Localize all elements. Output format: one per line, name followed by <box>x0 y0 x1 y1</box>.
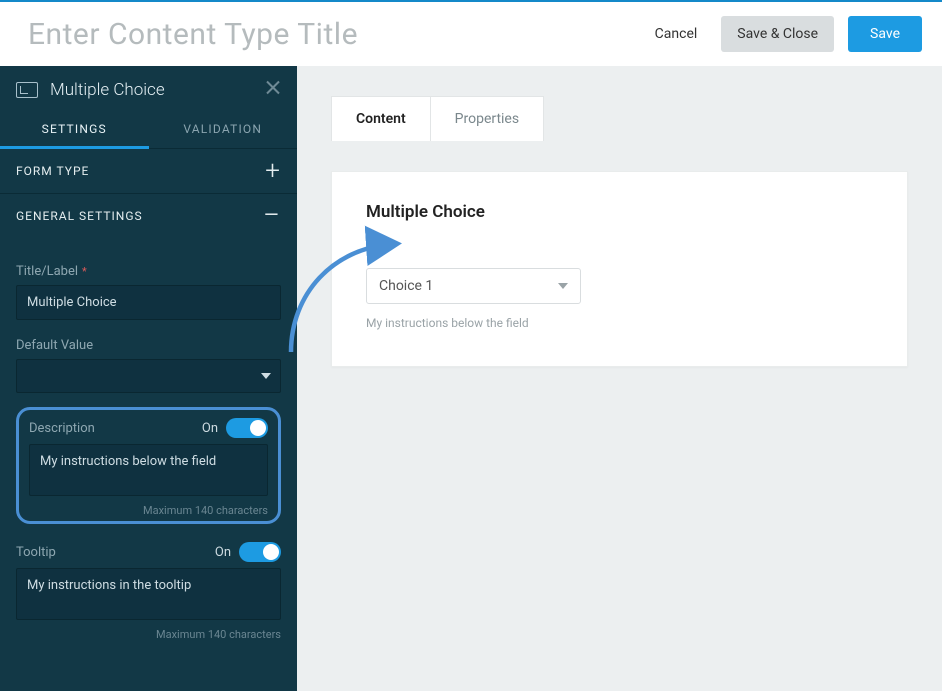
section-form-type[interactable]: FORM TYPE + <box>0 149 297 193</box>
sidebar-header: Multiple Choice <box>0 66 297 110</box>
info-icon[interactable]: i <box>366 236 382 252</box>
field-instructions: My instructions below the field <box>366 316 873 330</box>
tooltip-label: Tooltip <box>16 545 56 560</box>
settings-sidebar: Multiple Choice SETTINGS VALIDATION FORM… <box>0 66 297 691</box>
close-icon[interactable] <box>263 78 283 98</box>
tooltip-toggle-wrap: On <box>215 542 281 562</box>
tooltip-textarea[interactable] <box>16 568 281 620</box>
description-textarea[interactable] <box>29 444 268 496</box>
field-type-icon <box>16 82 38 98</box>
content-tabs: Content Properties <box>331 96 544 141</box>
choice-select[interactable]: Choice 1 <box>366 268 581 304</box>
section-general-settings-label: GENERAL SETTINGS <box>16 209 143 223</box>
description-highlight-box: Description On Maximum 140 characters <box>16 407 281 524</box>
description-toggle-wrap: On <box>202 418 268 438</box>
topbar-actions: Cancel Save & Close Save <box>645 16 922 52</box>
card-title: Multiple Choice <box>366 202 873 222</box>
section-general-settings[interactable]: GENERAL SETTINGS − <box>0 194 297 238</box>
description-toggle-label: On <box>202 421 218 436</box>
tab-settings[interactable]: SETTINGS <box>0 110 149 148</box>
general-settings-body: Title/Label * Default Value Description … <box>0 238 297 651</box>
sidebar-tabs: SETTINGS VALIDATION <box>0 110 297 149</box>
description-max-chars: Maximum 140 characters <box>29 504 268 517</box>
tooltip-toggle[interactable] <box>239 542 281 562</box>
plus-icon: + <box>265 164 281 178</box>
title-label-row: Title/Label * <box>16 264 281 279</box>
description-toggle[interactable] <box>226 418 268 438</box>
sidebar-title: Multiple Choice <box>50 80 165 100</box>
tab-validation[interactable]: VALIDATION <box>149 110 298 148</box>
topbar: Enter Content Type Title Cancel Save & C… <box>0 0 942 66</box>
tab-properties[interactable]: Properties <box>431 97 543 141</box>
content-area: Content Properties Multiple Choice i Cho… <box>297 66 942 691</box>
title-label: Title/Label <box>16 264 78 279</box>
tooltip-toggle-label: On <box>215 545 231 560</box>
cancel-button[interactable]: Cancel <box>645 18 708 50</box>
default-value-select-wrap <box>16 359 281 393</box>
required-icon: * <box>82 265 87 278</box>
save-button[interactable]: Save <box>848 16 922 52</box>
default-value-select[interactable] <box>16 359 281 393</box>
field-preview-card: Multiple Choice i Choice 1 My instructio… <box>331 171 908 367</box>
save-close-button[interactable]: Save & Close <box>721 16 834 52</box>
default-value-label: Default Value <box>16 338 281 353</box>
tab-content[interactable]: Content <box>332 97 431 141</box>
title-input[interactable] <box>16 285 281 320</box>
choice-selected-label: Choice 1 <box>379 278 433 294</box>
content-type-title-placeholder[interactable]: Enter Content Type Title <box>28 17 358 52</box>
description-label: Description <box>29 421 95 436</box>
section-form-type-label: FORM TYPE <box>16 164 89 178</box>
chevron-down-icon <box>558 283 568 289</box>
minus-icon: − <box>263 211 281 221</box>
tooltip-max-chars: Maximum 140 characters <box>16 628 281 641</box>
